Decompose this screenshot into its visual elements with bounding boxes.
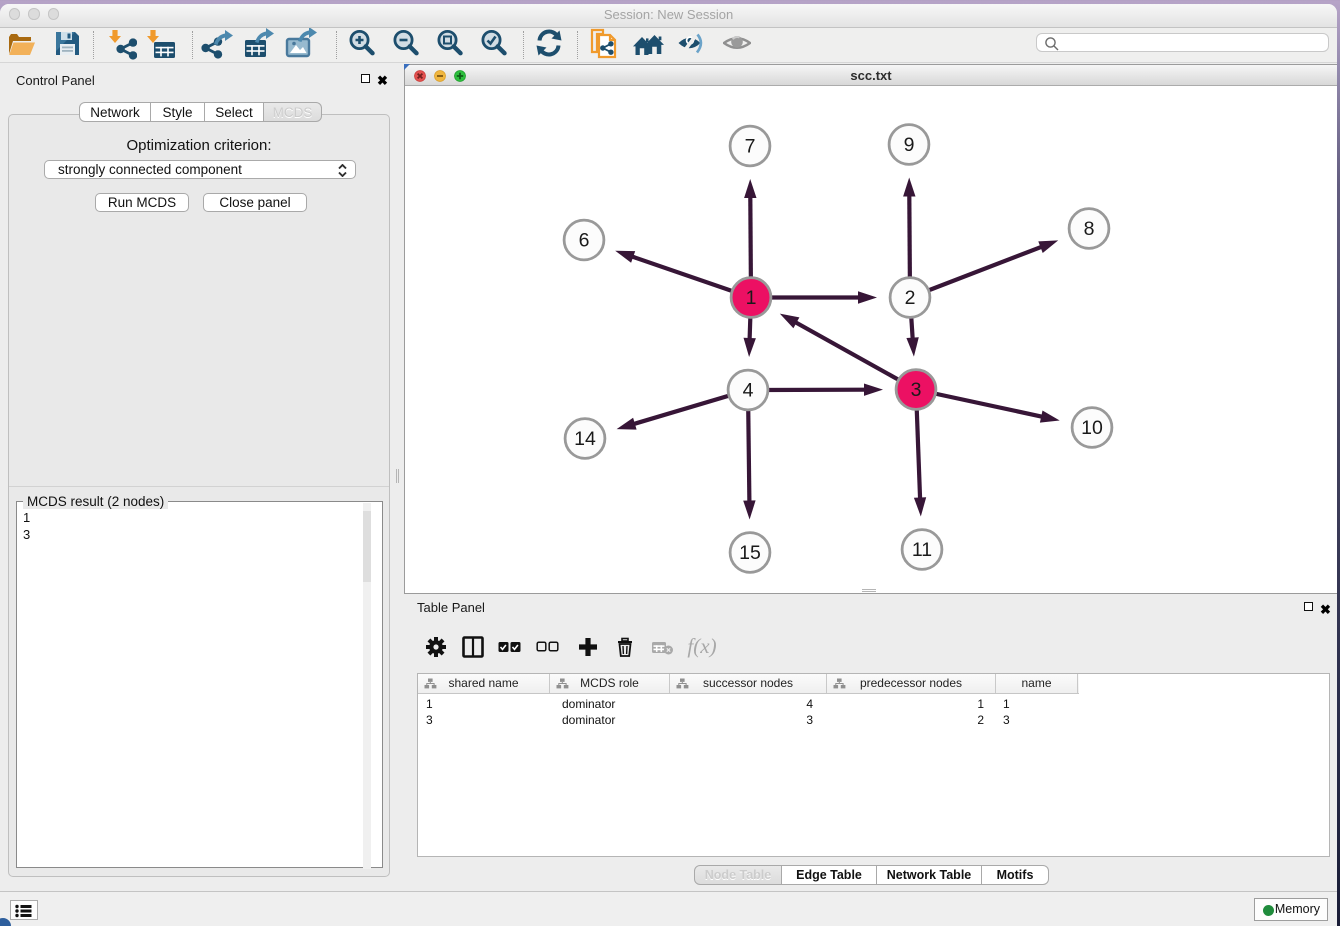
svg-text:8: 8 <box>1084 218 1095 240</box>
svg-text:6: 6 <box>579 230 590 252</box>
svg-text:4: 4 <box>743 380 754 402</box>
svg-text:2: 2 <box>905 287 916 309</box>
svg-text:10: 10 <box>1081 417 1103 439</box>
svg-text:14: 14 <box>574 428 596 450</box>
svg-text:11: 11 <box>912 539 932 561</box>
svg-text:15: 15 <box>739 542 761 564</box>
svg-text:9: 9 <box>904 134 915 156</box>
svg-text:7: 7 <box>745 136 756 158</box>
svg-text:f(x): f(x) <box>687 634 716 658</box>
svg-text:1: 1 <box>746 287 757 309</box>
svg-text:3: 3 <box>911 379 922 401</box>
